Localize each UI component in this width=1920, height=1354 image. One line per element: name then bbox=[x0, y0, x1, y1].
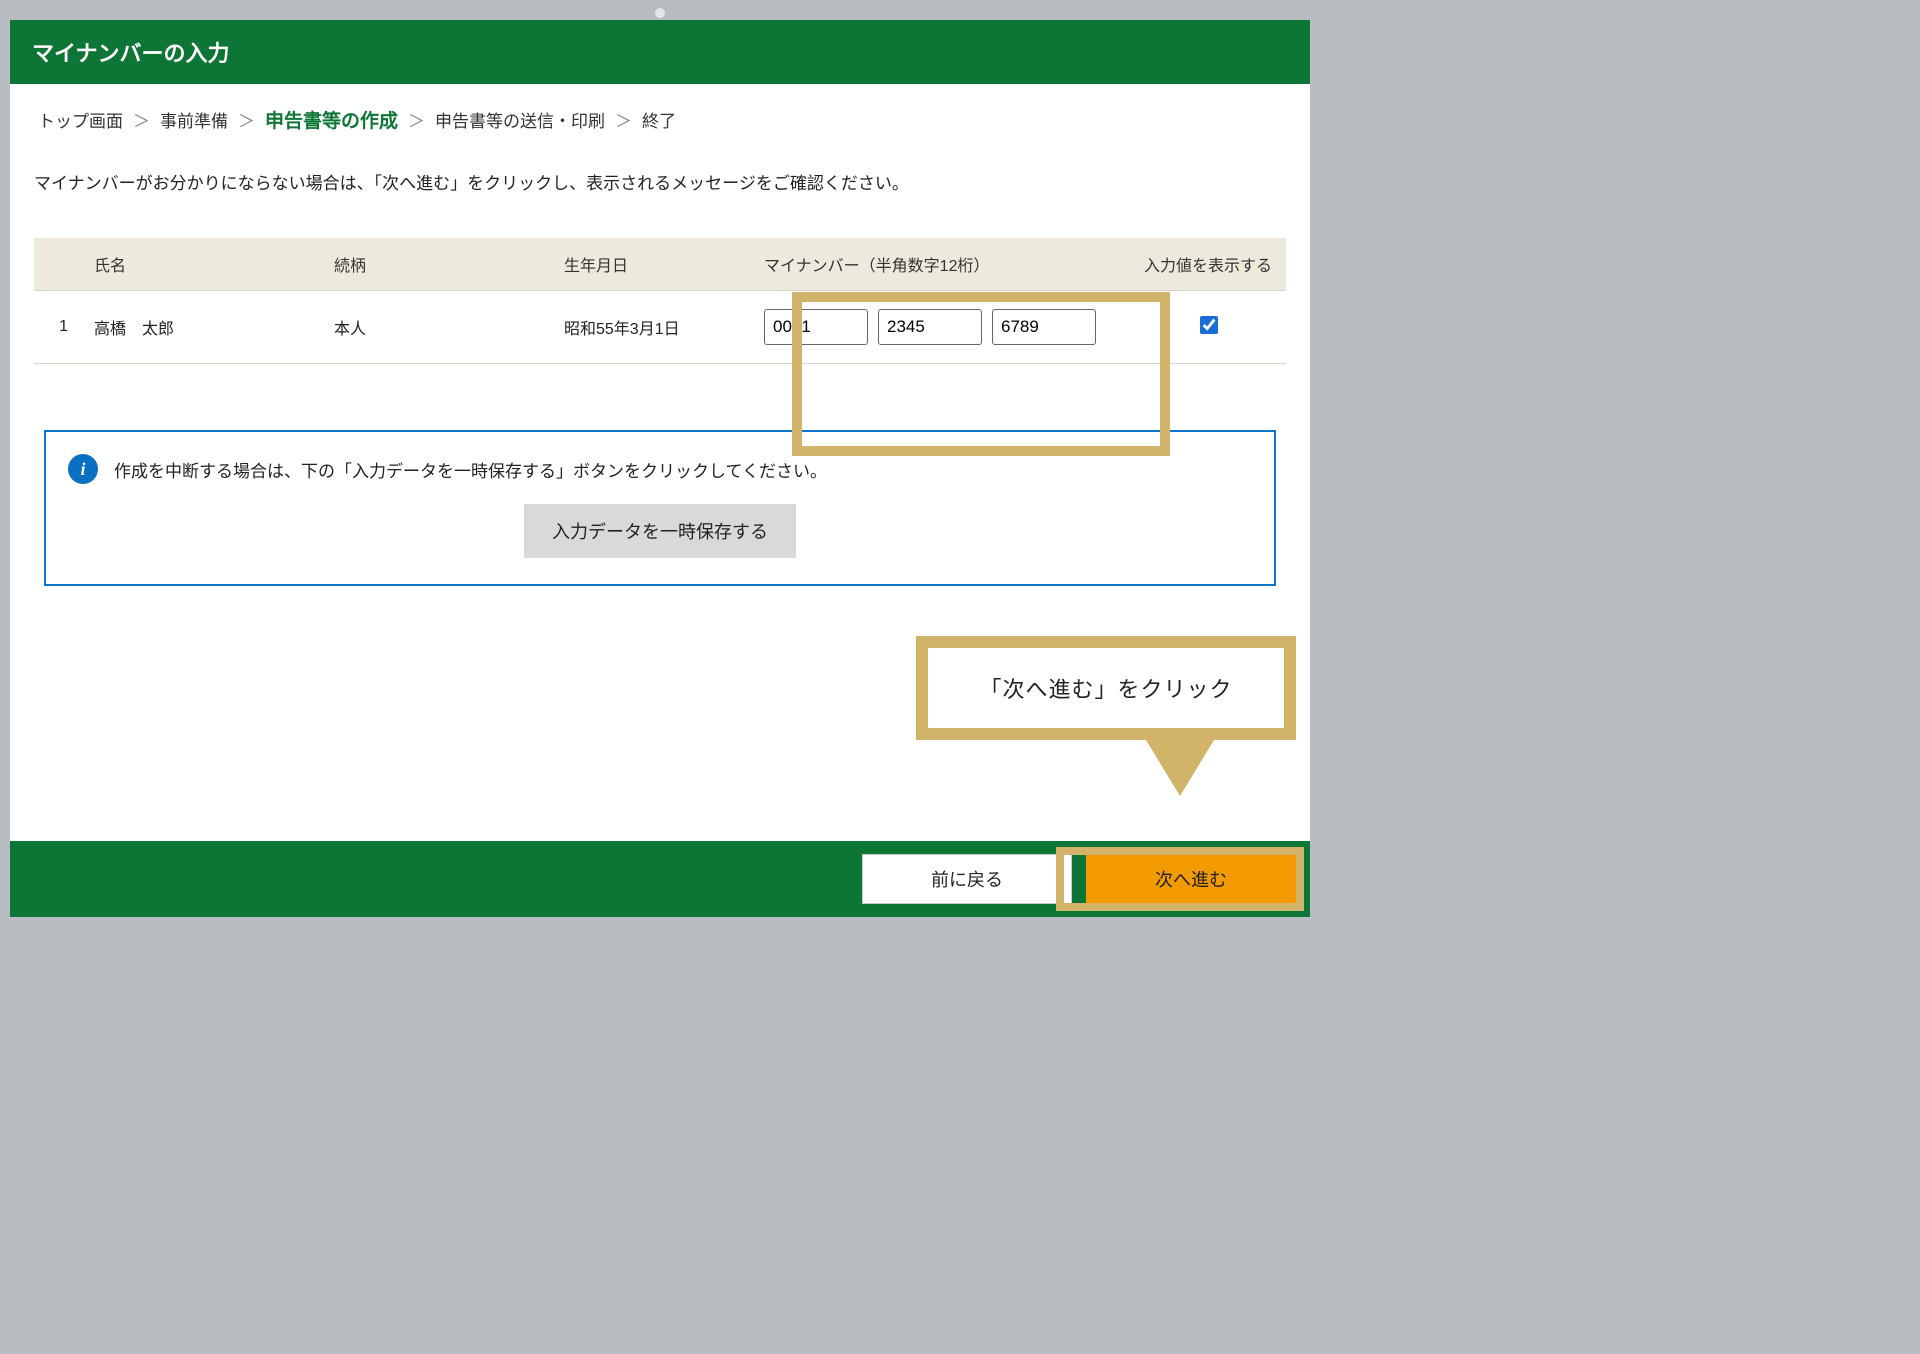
table-row: 1 高橋 太郎 本人 昭和55年3月1日 bbox=[34, 291, 1286, 364]
row-name: 高橋 太郎 bbox=[82, 291, 322, 364]
page-header: マイナンバーの入力 bbox=[10, 20, 1310, 84]
chevron-right-icon: ＞ bbox=[133, 107, 150, 132]
row-birthdate: 昭和55年3月1日 bbox=[552, 291, 752, 364]
back-button[interactable]: 前に戻る bbox=[862, 854, 1072, 904]
info-icon: i bbox=[68, 454, 98, 484]
device-frame: マイナンバーの入力 トップ画面 ＞ 事前準備 ＞ 申告書等の作成 ＞ 申告書等の… bbox=[0, 0, 1320, 927]
col-name: 氏名 bbox=[82, 238, 322, 291]
breadcrumb-item-active: 申告書等の作成 bbox=[265, 106, 398, 133]
breadcrumb-item[interactable]: 事前準備 bbox=[160, 107, 228, 132]
row-mynumber bbox=[752, 291, 1132, 364]
row-index: 1 bbox=[34, 291, 82, 364]
camera-dot-icon bbox=[655, 8, 665, 18]
col-birthdate: 生年月日 bbox=[552, 238, 752, 291]
callout-arrow-icon bbox=[1146, 740, 1214, 796]
mynumber-input-3[interactable] bbox=[992, 309, 1096, 345]
mynumber-input-2[interactable] bbox=[878, 309, 982, 345]
next-button[interactable]: 次へ進む bbox=[1086, 854, 1296, 904]
footer-bar: 前に戻る 次へ進む bbox=[10, 841, 1310, 917]
row-show bbox=[1132, 291, 1286, 364]
app-screen: マイナンバーの入力 トップ画面 ＞ 事前準備 ＞ 申告書等の作成 ＞ 申告書等の… bbox=[10, 20, 1310, 917]
breadcrumb-item[interactable]: 終了 bbox=[642, 107, 676, 132]
mynumber-input-1[interactable] bbox=[764, 309, 868, 345]
table-header-row: 氏名 続柄 生年月日 マイナンバー（半角数字12桁） 入力値を表示する bbox=[34, 238, 1286, 291]
mynumber-table: 氏名 続柄 生年月日 マイナンバー（半角数字12桁） 入力値を表示する 1 高橋… bbox=[34, 238, 1286, 364]
breadcrumb-item[interactable]: トップ画面 bbox=[38, 107, 123, 132]
chevron-right-icon: ＞ bbox=[615, 107, 632, 132]
col-show: 入力値を表示する bbox=[1132, 238, 1286, 291]
row-relation: 本人 bbox=[322, 291, 552, 364]
col-mynumber: マイナンバー（半角数字12桁） bbox=[752, 238, 1132, 291]
page-title: マイナンバーの入力 bbox=[32, 41, 230, 66]
col-relation: 続柄 bbox=[322, 238, 552, 291]
annotation-callout: 「次へ進む」をクリック bbox=[916, 636, 1296, 796]
save-draft-button[interactable]: 入力データを一時保存する bbox=[524, 504, 796, 558]
main-content: マイナンバーがお分かりにならない場合は、「次へ進む」をクリックし、表示されるメッ… bbox=[10, 151, 1310, 586]
instruction-text: マイナンバーがお分かりにならない場合は、「次へ進む」をクリックし、表示されるメッ… bbox=[34, 169, 1286, 194]
col-index bbox=[34, 238, 82, 291]
callout-text: 「次へ進む」をクリック bbox=[916, 636, 1296, 740]
chevron-right-icon: ＞ bbox=[238, 107, 255, 132]
show-value-checkbox[interactable] bbox=[1200, 316, 1218, 334]
info-panel: i 作成を中断する場合は、下の「入力データを一時保存する」ボタンをクリックしてく… bbox=[44, 430, 1276, 586]
breadcrumb-item[interactable]: 申告書等の送信・印刷 bbox=[435, 107, 605, 132]
breadcrumb: トップ画面 ＞ 事前準備 ＞ 申告書等の作成 ＞ 申告書等の送信・印刷 ＞ 終了 bbox=[10, 84, 1310, 151]
info-text: 作成を中断する場合は、下の「入力データを一時保存する」ボタンをクリックしてくださ… bbox=[114, 457, 827, 482]
chevron-right-icon: ＞ bbox=[408, 107, 425, 132]
